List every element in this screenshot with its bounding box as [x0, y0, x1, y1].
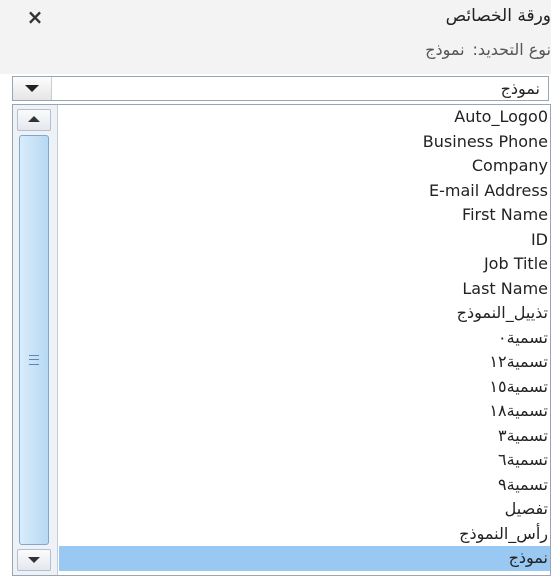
close-button[interactable]: × — [22, 4, 48, 30]
combo-selected-value: نموذج — [500, 79, 540, 98]
list-item[interactable]: ID — [59, 228, 550, 253]
title-bar: × ورقة الخصائص — [0, 0, 551, 34]
header-divider — [0, 68, 551, 74]
list-item[interactable]: E-mail Address — [59, 179, 550, 204]
list-item[interactable]: تذييل_النموذج — [59, 301, 550, 326]
object-selector-combo[interactable]: نموذج — [12, 76, 549, 101]
panel-title: ورقة الخصائص — [445, 6, 551, 26]
list-item[interactable]: Last Name — [59, 277, 550, 302]
close-icon: × — [26, 5, 44, 29]
list-item[interactable]: تفصيل — [59, 497, 550, 522]
selection-type-value: نموذج — [425, 40, 465, 59]
list-item[interactable]: تسمية٩ — [59, 473, 550, 498]
vertical-scrollbar[interactable] — [13, 105, 58, 575]
scroll-up-button[interactable] — [17, 109, 51, 131]
chevron-down-icon — [25, 85, 39, 92]
arrow-up-icon — [28, 116, 40, 122]
arrow-down-icon — [28, 557, 40, 563]
grip-icon — [29, 355, 39, 365]
list-item[interactable]: تسمية١٢ — [59, 350, 550, 375]
selection-type-label: نوع التحديد: — [472, 40, 551, 59]
dropdown-button[interactable] — [13, 77, 52, 100]
scroll-down-button[interactable] — [17, 549, 51, 571]
selection-type-row: نوع التحديد: نموذج — [0, 34, 551, 68]
object-listbox[interactable]: Auto_Logo0 Business Phone Company E-mail… — [12, 104, 551, 576]
list-item[interactable]: تسمية٠ — [59, 326, 550, 351]
list-item[interactable]: تسمية١٥ — [59, 375, 550, 400]
list-item[interactable]: Company — [59, 154, 550, 179]
list-item[interactable]: Auto_Logo0 — [59, 105, 550, 130]
object-list: Auto_Logo0 Business Phone Company E-mail… — [59, 105, 550, 575]
list-item[interactable]: رأس_النموذج — [59, 522, 550, 547]
list-item[interactable]: تسمية٦ — [59, 448, 550, 473]
list-item[interactable]: First Name — [59, 203, 550, 228]
list-item[interactable]: Business Phone — [59, 130, 550, 155]
scroll-thumb[interactable] — [19, 135, 49, 545]
list-item-selected[interactable]: نموذج — [59, 546, 550, 571]
list-item[interactable]: Job Title — [59, 252, 550, 277]
list-item[interactable]: تسمية٣ — [59, 424, 550, 449]
list-item[interactable]: تسمية١٨ — [59, 399, 550, 424]
